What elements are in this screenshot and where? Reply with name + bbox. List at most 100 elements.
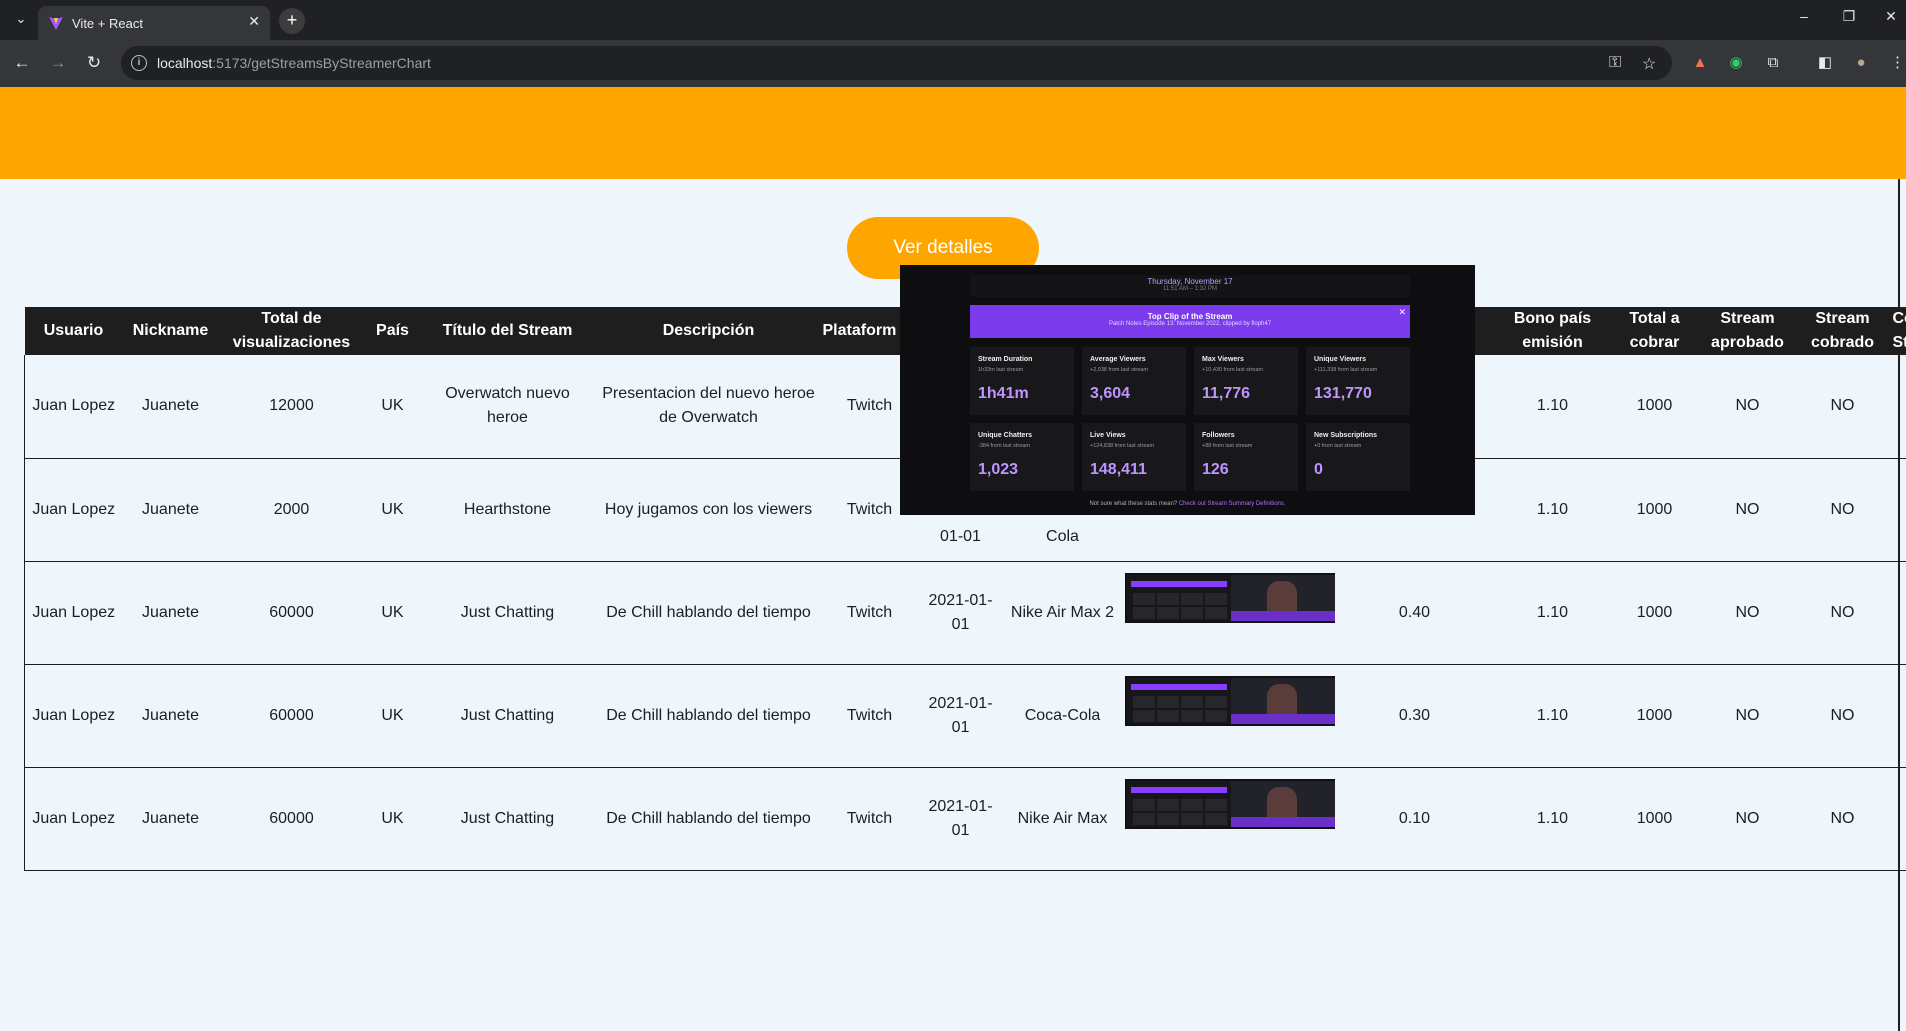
minimize-icon[interactable]: – xyxy=(1789,8,1819,24)
profile-avatar-icon[interactable]: ● xyxy=(1851,53,1871,73)
cell-truncated xyxy=(1888,664,1906,768)
cell-total: 1000 xyxy=(1610,561,1699,665)
table-row: Juan Lopez Juanete 60000 UK Just Chattin… xyxy=(24,767,1906,871)
stats-footer: Not sure what these stats mean? Check ou… xyxy=(1089,501,1286,507)
header-truncated: Co Str xyxy=(1888,307,1906,355)
cell-pais: UK xyxy=(364,355,421,459)
cell-cobrado: NO xyxy=(1796,561,1889,665)
cell-bono-pais: 1.10 xyxy=(1494,767,1611,871)
close-icon: ✕ xyxy=(1398,307,1406,317)
menu-dots-icon[interactable]: ⋮ xyxy=(1890,53,1905,73)
stream-stats-thumbnail[interactable] xyxy=(1124,675,1335,726)
cell-sponsor: Nike Air Max xyxy=(1004,767,1121,871)
stream-stats-thumbnail[interactable] xyxy=(1124,572,1335,623)
cell-total: 1000 xyxy=(1610,458,1699,562)
bookmark-star-icon[interactable]: ☆ xyxy=(1642,54,1656,74)
table-row: Juan Lopez Juanete 60000 UK Just Chattin… xyxy=(24,664,1906,768)
cell-bono-sponsor: 0.10 xyxy=(1334,767,1495,871)
cell-usuario: Juan Lopez xyxy=(24,767,123,871)
cell-descripcion: De Chill hablando del tiempo xyxy=(594,664,823,768)
extensions-puzzle-icon[interactable]: ⧉ xyxy=(1763,53,1783,73)
cell-cobrado: NO xyxy=(1796,767,1889,871)
cell-visualizaciones: 60000 xyxy=(218,767,365,871)
close-window-icon[interactable]: ✕ xyxy=(1876,8,1906,25)
top-clip-title: Top Clip of the Stream xyxy=(1147,312,1233,321)
header-stream-aprobado: Stream aprobado xyxy=(1698,307,1797,355)
cell-nickname: Juanete xyxy=(122,355,219,459)
top-clip-banner: Top Clip of the Stream Patch Notes Episo… xyxy=(970,305,1410,338)
cell-titulo: Overwatch nuevo heroe xyxy=(420,355,595,459)
extension-fox-icon[interactable]: ▲ xyxy=(1690,53,1710,73)
cell-imagen xyxy=(1120,664,1335,768)
header-bono-pais: Bono país emisión xyxy=(1494,307,1611,355)
cell-aprobado: NO xyxy=(1698,664,1797,768)
restore-icon[interactable]: ❐ xyxy=(1834,8,1864,25)
header-stream-cobrado: Stream cobrado xyxy=(1796,307,1889,355)
header-usuario: Usuario xyxy=(24,307,123,355)
header-titulo: Título del Stream xyxy=(420,307,595,355)
cell-plataforma: Twitch xyxy=(822,767,917,871)
cell-fecha: 2021-01-01 xyxy=(916,561,1005,665)
cell-sponsor: Nike Air Max 2 xyxy=(1004,561,1121,665)
cell-truncated xyxy=(1888,458,1906,562)
cell-bono-pais: 1.10 xyxy=(1494,458,1611,562)
cell-pais: UK xyxy=(364,664,421,768)
cell-bono-pais: 1.10 xyxy=(1494,664,1611,768)
forward-icon[interactable]: → xyxy=(46,51,70,75)
header-nickname: Nickname xyxy=(122,307,219,355)
header-total-cobrar: Total a cobrar xyxy=(1610,307,1699,355)
stat-card: Average Viewers +2,038 from last stream 3,… xyxy=(1082,347,1186,415)
cell-pais: UK xyxy=(364,458,421,562)
browser-tab[interactable]: Vite + React ✕ xyxy=(38,6,270,40)
cell-visualizaciones: 60000 xyxy=(218,664,365,768)
extension-circle-icon[interactable]: ◉ xyxy=(1726,53,1746,73)
stat-card: Stream Duration 1h33m last stream 1h41m xyxy=(970,347,1074,415)
cell-plataforma: Twitch xyxy=(822,561,917,665)
cell-plataforma: Twitch xyxy=(822,664,917,768)
address-bar[interactable]: i localhost:5173/getStreamsByStreamerCha… xyxy=(121,46,1672,80)
cell-descripcion: De Chill hablando del tiempo xyxy=(594,561,823,665)
back-icon[interactable]: ← xyxy=(10,51,34,75)
cell-imagen xyxy=(1120,561,1335,665)
cell-usuario: Juan Lopez xyxy=(24,355,123,459)
cell-titulo: Just Chatting xyxy=(420,664,595,768)
cell-pais: UK xyxy=(364,767,421,871)
browser-tabbar: ⌄ Vite + React ✕ + – ❐ ✕ xyxy=(0,0,1906,40)
side-panel-icon[interactable]: ◧ xyxy=(1815,53,1835,73)
stat-card: New Subscriptions +0 from last stream 0 xyxy=(1306,423,1410,491)
cell-usuario: Juan Lopez xyxy=(24,561,123,665)
cell-truncated xyxy=(1888,767,1906,871)
cell-truncated xyxy=(1888,355,1906,459)
table-row: Juan Lopez Juanete 60000 UK Just Chattin… xyxy=(24,561,1906,665)
close-tab-icon[interactable]: ✕ xyxy=(248,13,260,30)
new-tab-button[interactable]: + xyxy=(279,8,305,34)
cell-bono-sponsor: 0.40 xyxy=(1334,561,1495,665)
cell-nickname: Juanete xyxy=(122,767,219,871)
cell-cobrado: NO xyxy=(1796,355,1889,459)
stream-date-bar: Thursday, November 17 11:51 AM – 1:32 PM xyxy=(970,275,1410,297)
cell-cobrado: NO xyxy=(1796,664,1889,768)
cell-usuario: Juan Lopez xyxy=(24,458,123,562)
cell-fecha: 2021-01-01 xyxy=(916,767,1005,871)
cell-aprobado: NO xyxy=(1698,458,1797,562)
url-text: localhost:5173/getStreamsByStreamerChart xyxy=(157,55,431,71)
tab-search-icon[interactable]: ⌄ xyxy=(8,6,34,32)
cell-nickname: Juanete xyxy=(122,458,219,562)
cell-bono-pais: 1.10 xyxy=(1494,561,1611,665)
cell-bono-sponsor: 0.30 xyxy=(1334,664,1495,768)
stat-card: Unique Viewers +111,338 from last stream 1… xyxy=(1306,347,1410,415)
cell-aprobado: NO xyxy=(1698,355,1797,459)
tab-title: Vite + React xyxy=(72,16,143,31)
cell-aprobado: NO xyxy=(1698,767,1797,871)
vite-logo-icon xyxy=(49,17,63,30)
header-descripcion: Descripción xyxy=(594,307,823,355)
cell-titulo: Hearthstone xyxy=(420,458,595,562)
reload-icon[interactable]: ↻ xyxy=(82,51,106,75)
site-info-icon[interactable]: i xyxy=(131,55,147,71)
cell-visualizaciones: 2000 xyxy=(218,458,365,562)
header-pais: País xyxy=(364,307,421,355)
cell-descripcion: Presentacion del nuevo heroe de Overwatc… xyxy=(594,355,823,459)
password-key-icon[interactable]: ⚿ xyxy=(1609,54,1621,72)
stream-stats-thumbnail[interactable] xyxy=(1124,778,1335,829)
header-banner xyxy=(0,87,1906,179)
